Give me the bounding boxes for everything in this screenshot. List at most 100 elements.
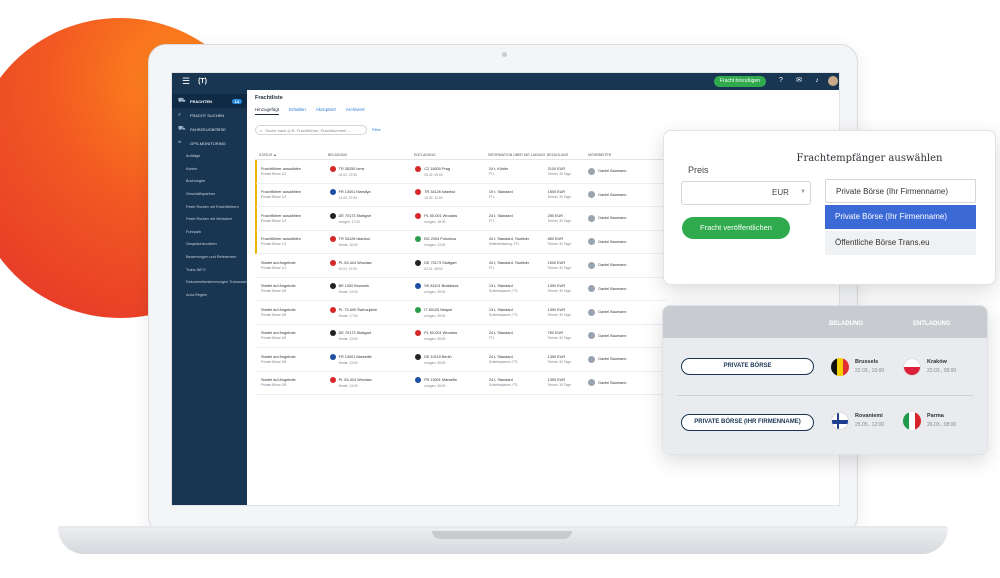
country-flag-icon: [415, 189, 422, 196]
option-private-exchange[interactable]: Private Börse (Ihr Firmenname): [825, 179, 976, 203]
country-flag-icon: [415, 283, 422, 290]
unloading-date: morgen, 08:00: [424, 290, 446, 295]
status-sub: Private Börse 3/5: [261, 312, 287, 317]
sidebar-item-search-freight[interactable]: ⌕ FRACHT SUCHEN: [172, 108, 247, 122]
country-flag-icon: [415, 236, 422, 243]
table-row[interactable]: Startet auf Angebote Private Börse 4/5 BE …: [255, 277, 667, 301]
status-cell: Startet auf Angebote Private Börse 3/5: [257, 355, 330, 364]
table-row[interactable]: Startet auf Angebote Private Börse 1/2 PL …: [255, 254, 667, 278]
payment-cell: 750 EUR Termin: 30 Tage: [548, 331, 589, 340]
user-avatar[interactable]: [828, 76, 838, 86]
sidebar-sub-item[interactable]: Auto-Regeln: [172, 289, 247, 302]
publish-freight-button[interactable]: Fracht veröffentlichen: [682, 217, 790, 239]
exchange-body: PRIVATE BÖRSE Brussels 22.03., 10:00 Kra…: [663, 338, 987, 454]
price-term: Termin: 30 Tage: [547, 195, 571, 200]
sidebar-sub-item[interactable]: Aufträge: [172, 150, 247, 163]
table-row[interactable]: Startet auf Angebote Private Börse 3/5 PL …: [255, 371, 667, 395]
private-exchange-company-pill[interactable]: PRIVATE BÖRSE (IHR FIRMENNAME): [681, 414, 814, 431]
status-cell: Frachtführer auswählen Private Börse 1/2: [257, 214, 330, 223]
info-text: 13 t, Standard: [488, 307, 513, 312]
col-employee[interactable]: MITARBEITER: [588, 153, 667, 157]
price-input[interactable]: EUR ▼: [681, 181, 811, 205]
loading-place: DE 70173 Stuttgart: [338, 213, 371, 218]
info-sub: Schiebeplanen, FTL: [488, 383, 519, 388]
tab-accepted[interactable]: Akzeptiert: [316, 107, 336, 115]
employee-cell: Daniel Baumann: [588, 238, 667, 246]
price-term: Termin: 30 Tage: [547, 312, 571, 317]
table-row[interactable]: Frachtführer auswählen Private Börse 1/2 T…: [255, 160, 667, 184]
table-row[interactable]: Startet auf Angebote Private Börse 3/5 PL …: [255, 301, 667, 325]
tab-received[interactable]: Erhalten: [289, 107, 306, 115]
status-sub: Private Börse 1/2: [261, 218, 287, 223]
info-sub: Schiebeplanen, FTL: [488, 312, 519, 317]
table-row[interactable]: Startet auf Angebote Private Börse 3/5 FR …: [255, 348, 667, 372]
sidebar-item-gps[interactable]: ⌖ GPS-MONITORING: [172, 136, 247, 150]
table-row[interactable]: Frachtführer auswählen Private Börse 1/2 F…: [255, 183, 667, 207]
help-icon[interactable]: ?: [776, 76, 786, 86]
sidebar-item-freights[interactable]: ⛟ FRACHTEN 14: [172, 94, 247, 108]
info-sub: Schiebeplanen, FTL: [488, 359, 519, 364]
loading-cell: BE 1000 Brussels Heute, 13:00: [329, 283, 416, 294]
option-private-exchange-selected[interactable]: Private Börse (Ihr Firmenname): [825, 205, 976, 229]
info-cell: 24 t, Standard FTL: [489, 331, 548, 340]
freight-table: STATUS ▲ BELADUNG ENTLADUNG INFORMATION …: [255, 150, 667, 395]
unloading-place: CZ 18000 Prag: [424, 166, 450, 171]
info-cell: 10 t, Standard FTL: [489, 190, 548, 199]
loading-date: Heute, 13:00: [338, 337, 358, 342]
sidebar-item-vehicle-exchange[interactable]: ⛟ FAHRZEUGBÖRSE: [172, 122, 247, 136]
status-cell: Startet auf Angebote Private Börse 1/2: [257, 261, 330, 270]
country-flag-icon: [329, 283, 336, 290]
country-flag-icon: [415, 259, 422, 266]
unloading-place: TR 34126 İstanbul: [424, 190, 456, 195]
option-public-exchange[interactable]: Öffentliche Börse Trans.eu: [825, 231, 976, 255]
country-flag-icon: [415, 212, 422, 219]
from-date: 25.05., 12:00: [855, 422, 885, 428]
table-row[interactable]: Frachtführer auswählen Private Börse 1/2 T…: [255, 230, 667, 254]
sidebar-sub-item[interactable]: Bewertungen und Referenzen: [172, 251, 247, 264]
sidebar-sub-item[interactable]: Fuhrpark: [172, 226, 247, 239]
messages-icon[interactable]: ✉: [794, 76, 804, 86]
sidebar-sub-item[interactable]: Karten: [172, 163, 247, 176]
status-sub: Private Börse 1/2: [261, 195, 287, 200]
hamburger-menu-icon[interactable]: ☰: [182, 76, 190, 87]
info-sub: FTL: [488, 195, 495, 200]
filter-link[interactable]: Filter: [372, 127, 381, 132]
table-row[interactable]: Frachtführer auswählen Private Börse 1/2 D…: [255, 207, 667, 231]
loading-cell: TR 35250 İzmir 02.02, 07:00: [329, 165, 416, 177]
info-text: 10 t, Standard: [488, 190, 513, 195]
tab-archived[interactable]: Archiviert: [346, 107, 365, 115]
sidebar-item-label: GPS-MONITORING: [190, 140, 226, 146]
sidebar-sub-item[interactable]: Trans.INFO: [172, 263, 247, 276]
sidebar-sub-item[interactable]: Geschäftspartner: [172, 188, 247, 201]
status-cell: Startet auf Angebote Private Börse 3/5: [257, 378, 330, 387]
price-term: Termin: 30 Tage: [547, 359, 571, 364]
private-exchange-pill[interactable]: PRIVATE BÖRSE: [681, 358, 814, 375]
table-row[interactable]: Startet auf Angebote Private Börse 4/5 DE …: [255, 324, 667, 348]
country-flag-icon: [415, 353, 422, 360]
sidebar-sub-item[interactable]: Gesprächsnotizen: [172, 238, 247, 251]
unloading-place: PL 50-001 Wrocław: [424, 331, 458, 336]
sidebar-sub-item[interactable]: Dokumentbestimmungen Transcash: [172, 276, 247, 289]
currency-select[interactable]: EUR: [772, 188, 789, 197]
col-status[interactable]: STATUS ▲: [255, 153, 328, 157]
to-date: 26.03., 08:00: [927, 422, 957, 428]
info-text: 24 t, Standard: [488, 213, 513, 218]
notifications-icon[interactable]: ♪: [812, 76, 822, 86]
col-unloading[interactable]: ENTLADUNG: [414, 153, 488, 157]
search-input[interactable]: ⌕ Suche nach (z.B. Frachtführer, Frachtnu…: [255, 125, 367, 135]
col-loading[interactable]: BELADUNG: [328, 153, 414, 157]
col-info[interactable]: INFORMATION ÜBER DIE LADUNG: [488, 153, 547, 157]
info-text: 24 t, Standard: [488, 378, 513, 383]
count-badge: 14: [231, 98, 242, 104]
add-freight-button[interactable]: Fracht hinzufügen: [714, 76, 767, 87]
loading-place: FR 13001 Marseille: [338, 354, 372, 359]
sidebar-sub-item[interactable]: Feste Routen mit Verladern: [172, 213, 247, 226]
country-flag-icon: [329, 165, 336, 172]
sidebar-sub-item[interactable]: Feste Routen mit Frachtführern: [172, 200, 247, 213]
status-cell: Startet auf Angebote Private Börse 4/5: [257, 331, 330, 340]
tab-added[interactable]: Hinzugefügt: [255, 107, 280, 115]
gps-icon: ⌖: [178, 139, 182, 146]
sidebar-sub-item[interactable]: Buchungen: [172, 175, 247, 188]
info-text: 24 t, Standard, Tautliner: [488, 260, 530, 265]
col-payment[interactable]: BEZAHLUNG: [547, 153, 588, 157]
